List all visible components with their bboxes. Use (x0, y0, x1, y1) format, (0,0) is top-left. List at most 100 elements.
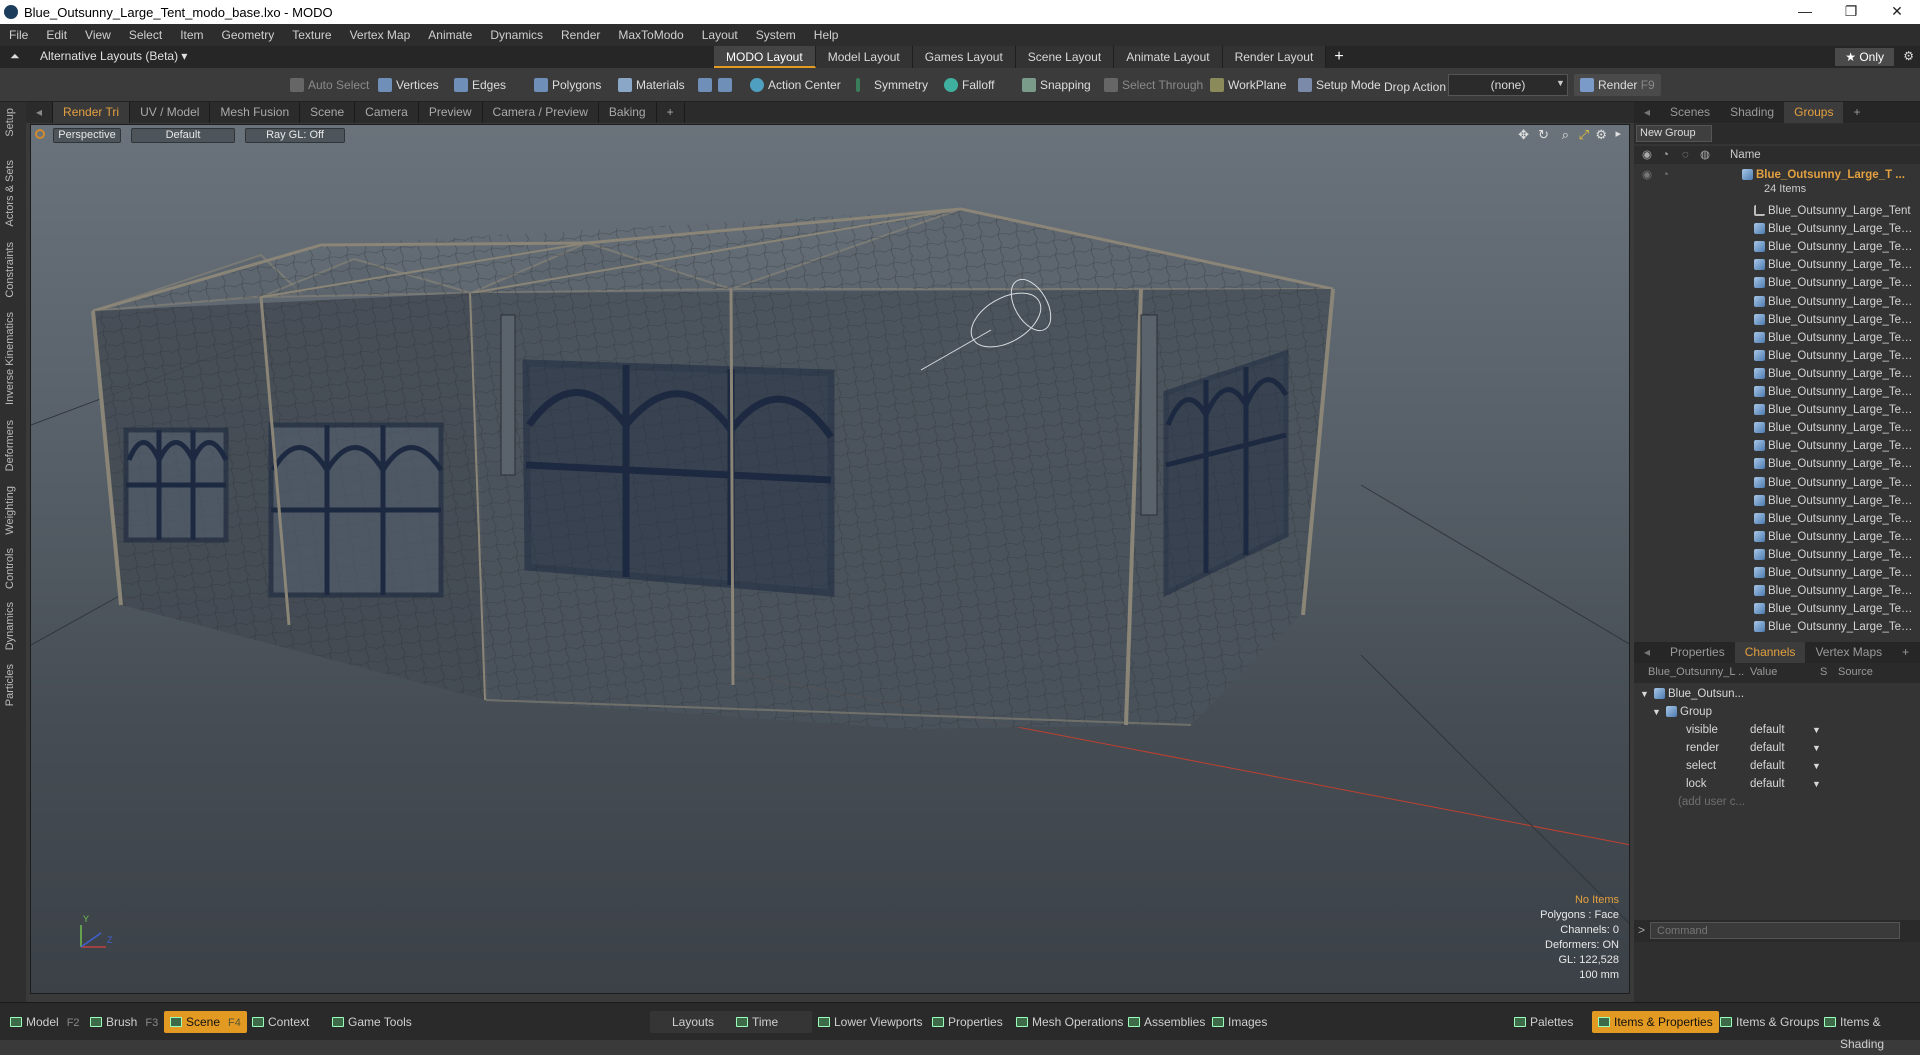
left-tab-controls[interactable]: Controls (4, 548, 16, 589)
list-item[interactable]: Blue_Outsunny_Large_Tent (1634, 202, 1920, 220)
snapping-button[interactable]: Snapping (1016, 74, 1097, 96)
polygons-button[interactable]: Polygons (528, 74, 607, 96)
list-item[interactable]: Blue_Outsunny_Large_Ten ... (1634, 528, 1920, 546)
menu-geometry[interactable]: Geometry (213, 24, 284, 46)
menu-animate[interactable]: Animate (419, 24, 481, 46)
menu-help[interactable]: Help (805, 24, 848, 46)
menu-system[interactable]: System (747, 24, 805, 46)
channel-value[interactable]: default (1750, 739, 1785, 757)
left-tab-setup[interactable]: Setup (4, 108, 16, 137)
3d-viewport[interactable]: Perspective Default Ray GL: Off ✥ ↻ ⌕ ⤢ … (30, 124, 1630, 994)
select-toggle-icon[interactable]: ◍ (1700, 146, 1710, 164)
drop-action-select[interactable]: (none) (1448, 74, 1568, 96)
collapse-icon[interactable]: ⏶ (10, 49, 20, 64)
left-tab-dynamics[interactable]: Dynamics (4, 602, 16, 650)
tab-shading[interactable]: Shading (1720, 102, 1784, 123)
tab-camera-preview[interactable]: Camera / Preview (483, 102, 599, 123)
auto-select-button[interactable]: Auto Select (284, 74, 375, 96)
chevron-down-icon[interactable]: ▼ (1812, 757, 1821, 775)
menu-layout[interactable]: Layout (693, 24, 747, 46)
model-mode-button[interactable]: Model F2 (4, 1011, 86, 1033)
channel-value[interactable]: default (1750, 721, 1785, 739)
context-button[interactable]: Context (246, 1011, 315, 1033)
time-button[interactable]: Time (730, 1011, 813, 1033)
tab-baking[interactable]: Baking (599, 102, 657, 123)
left-tab-weighting[interactable]: Weighting (4, 486, 16, 535)
restore-button[interactable]: ❐ (1828, 0, 1874, 24)
brush-mode-button[interactable]: Brush F3 (84, 1011, 164, 1033)
viewport-menu-icon[interactable]: ◂ (26, 102, 54, 123)
tab-animate-layout[interactable]: Animate Layout (1114, 46, 1223, 68)
channel-value[interactable]: default (1750, 775, 1785, 793)
add-layout-button[interactable]: + (1326, 46, 1351, 68)
left-tab-deformers[interactable]: Deformers (4, 420, 16, 471)
menu-select[interactable]: Select (120, 24, 171, 46)
list-item[interactable]: Blue_Outsunny_Large_Ten ... (1634, 401, 1920, 419)
list-item[interactable]: Blue_Outsunny_Large_Ten ... (1634, 220, 1920, 238)
select-through-button[interactable]: Select Through (1098, 74, 1209, 96)
tab-render-layout[interactable]: Render Layout (1222, 46, 1327, 68)
list-item[interactable]: Blue_Outsunny_Large_Ten ... (1634, 582, 1920, 600)
left-tab-ik[interactable]: Inverse Kinematics (4, 312, 16, 405)
group-row[interactable]: ◉ ◔ Blue_Outsunny_Large_T ... 24 Items (1634, 166, 1920, 200)
only-toggle[interactable]: ★ Only (1835, 48, 1894, 66)
symmetry-button[interactable]: Symmetry (850, 74, 934, 96)
left-tab-constraints[interactable]: Constraints (4, 242, 16, 298)
menu-vertex-map[interactable]: Vertex Map (341, 24, 420, 46)
list-item[interactable]: Blue_Outsunny_Large_Ten ... (1634, 419, 1920, 437)
palettes-button[interactable]: Palettes (1508, 1011, 1579, 1033)
left-tab-actors[interactable]: Actors & Sets (4, 160, 16, 227)
channel-row[interactable]: lock default ▼ (1634, 775, 1920, 793)
command-input[interactable] (1650, 922, 1900, 939)
materials-button[interactable]: Materials (612, 74, 691, 96)
tab-render-tri[interactable]: Render Tri (53, 102, 131, 123)
list-item[interactable]: Blue_Outsunny_Large_Ten ... (1634, 274, 1920, 292)
group-visible-icon[interactable]: ◉ (1642, 166, 1652, 184)
menu-edit[interactable]: Edit (37, 24, 76, 46)
list-item[interactable]: Blue_Outsunny_Large_Ten ... (1634, 256, 1920, 274)
list-item[interactable]: Blue_Outsunny_Large_Ten ... (1634, 347, 1920, 365)
falloff-button[interactable]: Falloff (938, 74, 1000, 96)
channel-row[interactable]: render default ▼ (1634, 739, 1920, 757)
add-channels-tab-button[interactable]: + (1892, 642, 1919, 663)
layouts-button[interactable]: Layouts (650, 1011, 737, 1033)
workplane-button[interactable]: WorkPlane (1204, 74, 1292, 96)
action-center-button[interactable]: Action Center (744, 74, 847, 96)
menu-render[interactable]: Render (552, 24, 609, 46)
setup-mode-button[interactable]: Setup Mode (1292, 74, 1387, 96)
list-item[interactable]: Blue_Outsunny_Large_Ten ... (1634, 329, 1920, 347)
edges-button[interactable]: Edges (448, 74, 512, 96)
gear-icon[interactable]: ⚙ (1903, 49, 1914, 63)
list-item[interactable]: Blue_Outsunny_Large_Ten ... (1634, 618, 1920, 636)
list-item[interactable]: Blue_Outsunny_Large_Ten ... (1634, 546, 1920, 564)
menu-file[interactable]: File (0, 24, 37, 46)
channel-row[interactable]: visible default ▼ (1634, 721, 1920, 739)
items-properties-button[interactable]: Items & Properties (1592, 1011, 1719, 1033)
list-item[interactable]: Blue_Outsunny_Large_Ten ... (1634, 564, 1920, 582)
items-groups-button[interactable]: Items & Groups (1714, 1011, 1825, 1033)
alternative-layouts-dropdown[interactable]: Alternative Layouts (Beta) ▾ (40, 49, 187, 63)
chevron-down-icon[interactable]: ▼ (1812, 739, 1821, 757)
tab-properties[interactable]: Properties (1660, 642, 1735, 663)
list-item[interactable]: Blue_Outsunny_Large_Ten ... (1634, 311, 1920, 329)
tab-vertex-maps[interactable]: Vertex Maps (1805, 642, 1892, 663)
menu-item[interactable]: Item (171, 24, 212, 46)
list-item[interactable]: Blue_Outsunny_Large_Ten ... (1634, 437, 1920, 455)
images-button[interactable]: Images (1206, 1011, 1273, 1033)
list-item[interactable]: Blue_Outsunny_Large_Ten ... (1634, 474, 1920, 492)
chevron-down-icon[interactable]: ▼ (1812, 721, 1821, 739)
properties-button[interactable]: Properties (926, 1011, 1009, 1033)
list-item[interactable]: Blue_Outsunny_Large_Ten ... (1634, 238, 1920, 256)
expand-triangle-icon[interactable]: ▼ (1640, 685, 1649, 703)
tab-games-layout[interactable]: Games Layout (912, 46, 1016, 68)
close-button[interactable]: ✕ (1874, 0, 1920, 24)
channel-value[interactable]: default (1750, 757, 1785, 775)
game-tools-button[interactable]: Game Tools (326, 1011, 418, 1033)
channel-row[interactable]: select default ▼ (1634, 757, 1920, 775)
list-item[interactable]: Blue_Outsunny_Large_Ten ... (1634, 293, 1920, 311)
menu-texture[interactable]: Texture (283, 24, 340, 46)
menu-view[interactable]: View (76, 24, 120, 46)
list-item[interactable]: Blue_Outsunny_Large_Ten ... (1634, 365, 1920, 383)
left-tab-particles[interactable]: Particles (4, 664, 16, 706)
minimize-button[interactable]: — (1782, 0, 1828, 24)
